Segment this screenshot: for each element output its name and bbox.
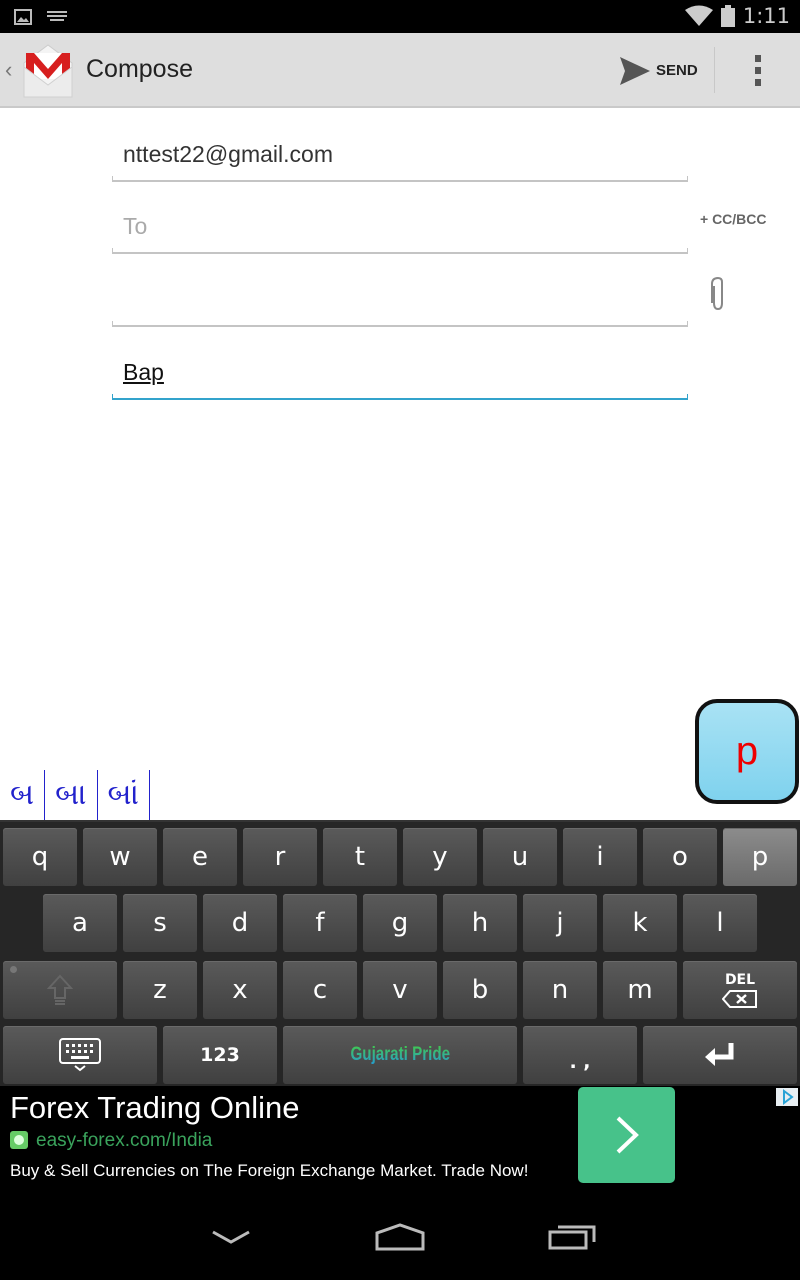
key-o[interactable]: o bbox=[643, 828, 717, 886]
status-bar: 1:11 bbox=[0, 0, 800, 33]
soft-keyboard: DEL 123 Gujarati Pride . , qwertyuiop asd… bbox=[0, 820, 800, 1086]
gmail-logo-icon[interactable] bbox=[18, 41, 78, 99]
del-label: DEL bbox=[724, 972, 756, 988]
cc-bcc-button[interactable]: + CC/BCC bbox=[700, 211, 767, 227]
key-m[interactable]: m bbox=[603, 961, 677, 1019]
key-i[interactable]: i bbox=[563, 828, 637, 886]
send-label: SEND bbox=[656, 62, 698, 79]
key-t[interactable]: t bbox=[323, 828, 397, 886]
ad-choices-icon[interactable] bbox=[776, 1088, 798, 1106]
key-e[interactable]: e bbox=[163, 828, 237, 886]
key-j[interactable]: j bbox=[523, 894, 597, 952]
key-z[interactable]: z bbox=[123, 961, 197, 1019]
delete-key[interactable]: DEL bbox=[683, 961, 797, 1019]
ad-favicon-icon bbox=[10, 1131, 28, 1149]
wifi-icon bbox=[684, 5, 713, 26]
body-field[interactable]: Bap bbox=[112, 352, 688, 400]
backspace-icon bbox=[722, 990, 757, 1008]
page-title: Compose bbox=[86, 55, 193, 83]
ad-title[interactable]: Forex Trading Online bbox=[10, 1090, 299, 1126]
enter-icon bbox=[705, 1043, 734, 1066]
ad-url[interactable]: easy-forex.com/India bbox=[36, 1130, 212, 1152]
home-button[interactable] bbox=[350, 1194, 450, 1280]
home-icon bbox=[375, 1223, 425, 1251]
key-b[interactable]: b bbox=[443, 961, 517, 1019]
key-h[interactable]: h bbox=[443, 894, 517, 952]
key-k[interactable]: k bbox=[603, 894, 677, 952]
paperclip-icon[interactable] bbox=[708, 276, 728, 312]
numbers-key[interactable]: 123 bbox=[163, 1026, 277, 1084]
enter-key[interactable] bbox=[643, 1026, 797, 1084]
recents-icon bbox=[548, 1225, 596, 1250]
body-value: Bap bbox=[123, 359, 164, 385]
send-icon bbox=[620, 56, 650, 85]
key-q[interactable]: q bbox=[3, 828, 77, 886]
key-f[interactable]: f bbox=[283, 894, 357, 952]
key-g[interactable]: g bbox=[363, 894, 437, 952]
ad-cta-button[interactable] bbox=[578, 1087, 675, 1183]
battery-icon bbox=[720, 5, 735, 27]
action-bar: ‹ Compose SEND bbox=[0, 33, 800, 108]
back-button[interactable] bbox=[181, 1194, 281, 1280]
up-chevron-icon[interactable]: ‹ bbox=[5, 57, 12, 83]
overflow-menu-button[interactable] bbox=[735, 33, 781, 108]
key-y[interactable]: y bbox=[403, 828, 477, 886]
shift-arrow-icon bbox=[47, 974, 73, 1005]
key-p[interactable]: p bbox=[723, 828, 797, 886]
candidate-item[interactable]: બાં bbox=[98, 770, 150, 820]
key-r[interactable]: r bbox=[243, 828, 317, 886]
key-n[interactable]: n bbox=[523, 961, 597, 1019]
keyboard-hide-icon bbox=[59, 1038, 101, 1072]
key-l[interactable]: l bbox=[683, 894, 757, 952]
key-w[interactable]: w bbox=[83, 828, 157, 886]
candidate-bar: બ બા બાં bbox=[0, 770, 150, 820]
status-time: 1:11 bbox=[742, 4, 790, 28]
ad-banner[interactable]: Forex Trading Online easy-forex.com/Indi… bbox=[0, 1086, 800, 1194]
send-button[interactable]: SEND bbox=[620, 33, 712, 108]
candidate-item[interactable]: બા bbox=[45, 770, 98, 820]
shift-key[interactable] bbox=[3, 961, 117, 1019]
from-value: nttest22@gmail.com bbox=[123, 141, 333, 167]
to-field[interactable]: To bbox=[112, 206, 688, 254]
space-label: Gujarati Pride bbox=[350, 1044, 450, 1065]
key-d[interactable]: d bbox=[203, 894, 277, 952]
action-divider bbox=[714, 47, 715, 93]
subject-field[interactable] bbox=[112, 279, 688, 327]
recents-button[interactable] bbox=[522, 1194, 622, 1280]
ad-description: Buy & Sell Currencies on The Foreign Exc… bbox=[10, 1161, 529, 1180]
chevron-right-icon bbox=[616, 1116, 639, 1154]
image-icon bbox=[14, 9, 32, 25]
keyboard-switch-key[interactable] bbox=[3, 1026, 157, 1084]
key-s[interactable]: s bbox=[123, 894, 197, 952]
candidate-item[interactable]: બ bbox=[0, 770, 46, 820]
navigation-bar bbox=[0, 1194, 800, 1280]
key-v[interactable]: v bbox=[363, 961, 437, 1019]
to-placeholder: To bbox=[123, 213, 148, 239]
keyboard-icon bbox=[47, 11, 67, 21]
key-u[interactable]: u bbox=[483, 828, 557, 886]
back-chevron-icon bbox=[212, 1230, 250, 1244]
key-preview-popup: p bbox=[695, 699, 799, 804]
punctuation-key[interactable]: . , bbox=[523, 1026, 637, 1084]
space-key[interactable]: Gujarati Pride bbox=[283, 1026, 517, 1084]
key-x[interactable]: x bbox=[203, 961, 277, 1019]
key-c[interactable]: c bbox=[283, 961, 357, 1019]
key-a[interactable]: a bbox=[43, 894, 117, 952]
from-field[interactable]: nttest22@gmail.com bbox=[112, 134, 688, 182]
